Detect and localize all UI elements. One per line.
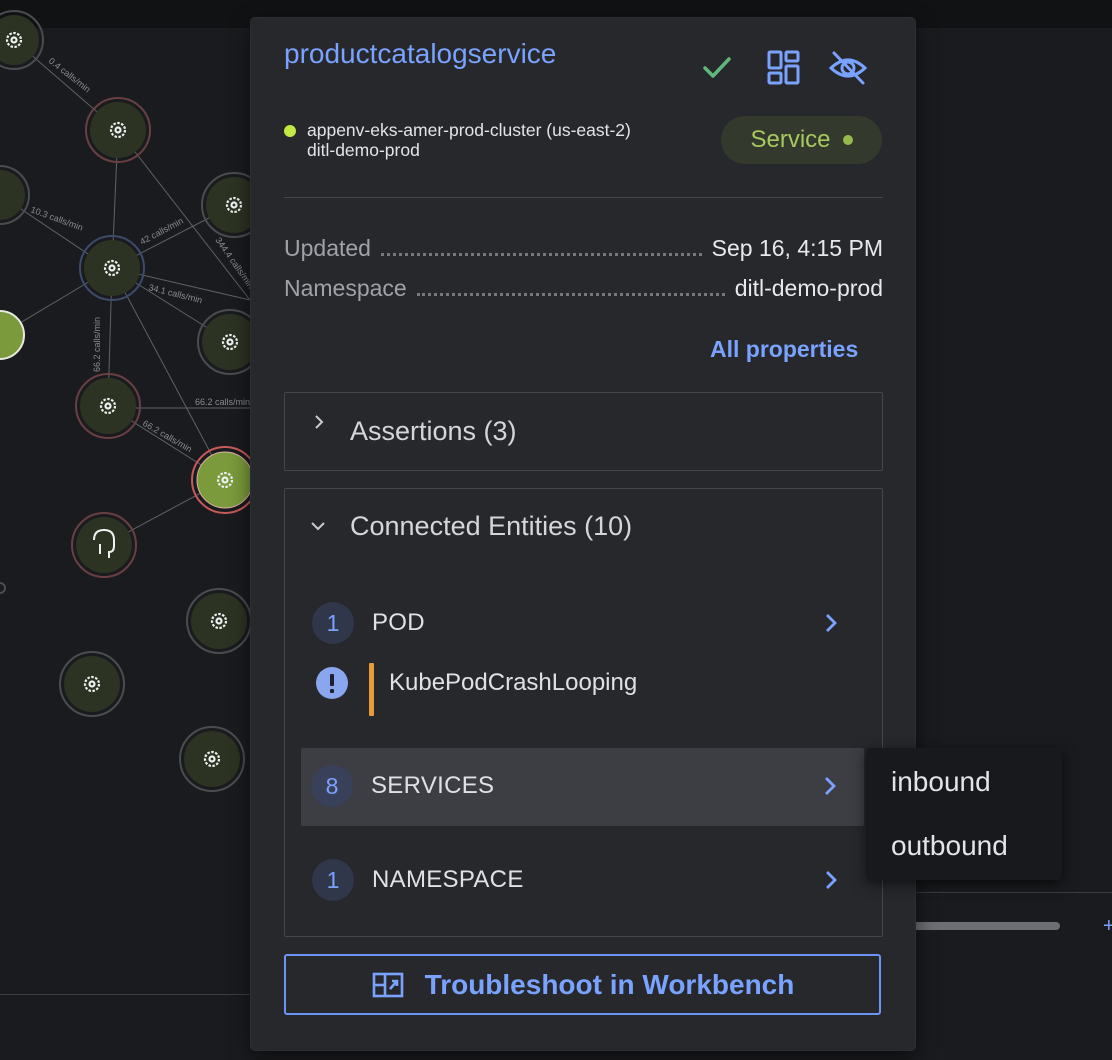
alert-name[interactable]: KubePodCrashLooping: [389, 669, 637, 697]
entity-type-dot: [842, 135, 853, 145]
entity-type-badge: Service: [721, 116, 882, 164]
dashboard-icon[interactable]: [764, 48, 804, 88]
edge-label: 34.1 calls/min: [148, 282, 204, 305]
graph-node[interactable]: [0, 310, 25, 360]
all-properties-link[interactable]: All properties: [710, 336, 858, 363]
connected-entities-section: Connected Entities (10) 1 POD KubePodCra…: [284, 488, 883, 937]
graph-node[interactable]: [79, 235, 145, 301]
entity-count-badge: 1: [312, 602, 354, 644]
eye-off-icon[interactable]: [828, 48, 868, 88]
entity-title[interactable]: productcatalogservice: [284, 38, 556, 70]
property-row-updated: Updated Sep 16, 4:15 PM: [284, 235, 883, 265]
cluster-status-dot: [284, 125, 296, 137]
chevron-down-icon[interactable]: [310, 519, 326, 533]
entity-row-label: POD: [372, 609, 425, 636]
graph-node[interactable]: [85, 97, 151, 163]
entity-count-badge: 8: [311, 765, 353, 807]
timeline-scrollbar[interactable]: [912, 922, 1060, 930]
assertions-title: Assertions (3): [350, 416, 517, 446]
edge-label: 66.2 calls/min: [92, 317, 102, 372]
assertions-section[interactable]: Assertions (3): [284, 392, 883, 471]
entity-row-pod[interactable]: 1 POD: [302, 585, 865, 663]
graph-node[interactable]: [75, 373, 141, 439]
chevron-right-icon: [826, 614, 837, 632]
troubleshoot-workbench-button[interactable]: Troubleshoot in Workbench: [284, 954, 881, 1015]
graph-node-selected[interactable]: [191, 446, 259, 514]
property-row-namespace: Namespace ditl-demo-prod: [284, 275, 883, 305]
entity-row-namespace[interactable]: 1 NAMESPACE: [302, 842, 865, 920]
entity-details-panel: productcatalogservice appenv-eks-amer-pr…: [251, 18, 915, 1050]
chevron-right-icon: [825, 777, 836, 795]
entity-row-label: SERVICES: [371, 772, 495, 799]
graph-node[interactable]: [59, 651, 125, 717]
edge-label: 66.2 calls/min: [141, 418, 194, 454]
troubleshoot-workbench-label: Troubleshoot in Workbench: [424, 968, 795, 1000]
menu-item-outbound[interactable]: outbound: [891, 830, 1008, 862]
graph-node-database[interactable]: [71, 512, 137, 578]
edge-label: 10.3 calls/min: [29, 204, 84, 232]
graph-divider: [0, 994, 260, 995]
timeline-plus-icon[interactable]: +: [1103, 915, 1112, 938]
property-leader: [416, 277, 725, 296]
entity-row-label: NAMESPACE: [372, 866, 524, 893]
graph-node[interactable]: [179, 726, 245, 792]
alert-severity-bar: [369, 663, 374, 716]
workbench-icon: [372, 972, 403, 997]
edge-label: 344.4 calls/min: [213, 235, 256, 290]
chevron-right-icon: [315, 415, 324, 429]
cluster-name: appenv-eks-amer-prod-cluster (us-east-2): [307, 120, 631, 140]
chevron-right-icon: [826, 871, 837, 889]
property-key: Updated: [284, 235, 371, 261]
entity-type-label: Service: [750, 126, 831, 153]
namespace-name: ditl-demo-prod: [307, 140, 420, 160]
property-value: Sep 16, 4:15 PM: [711, 235, 883, 261]
service-graph: 0.4 calls/min 10.3 calls/min 42 calls/mi…: [0, 10, 260, 792]
menu-item-inbound[interactable]: inbound: [891, 766, 991, 798]
header-divider: [284, 197, 883, 198]
property-leader: [380, 237, 702, 256]
alert-icon: [316, 667, 348, 699]
connected-entities-title: Connected Entities (10): [350, 511, 633, 541]
entity-row-services[interactable]: 8 SERVICES: [301, 748, 864, 826]
property-value: ditl-demo-prod: [734, 275, 883, 301]
entity-count-badge: 1: [312, 859, 354, 901]
timeline-divider: [914, 892, 1112, 893]
property-key: Namespace: [284, 275, 407, 301]
check-icon[interactable]: [697, 48, 737, 88]
services-direction-menu: inbound outbound: [866, 748, 1062, 880]
edge-label: 66.2 calls/min: [195, 397, 250, 407]
graph-node[interactable]: [186, 588, 252, 654]
graph-node[interactable]: [0, 582, 6, 594]
graph-node[interactable]: [0, 165, 30, 225]
